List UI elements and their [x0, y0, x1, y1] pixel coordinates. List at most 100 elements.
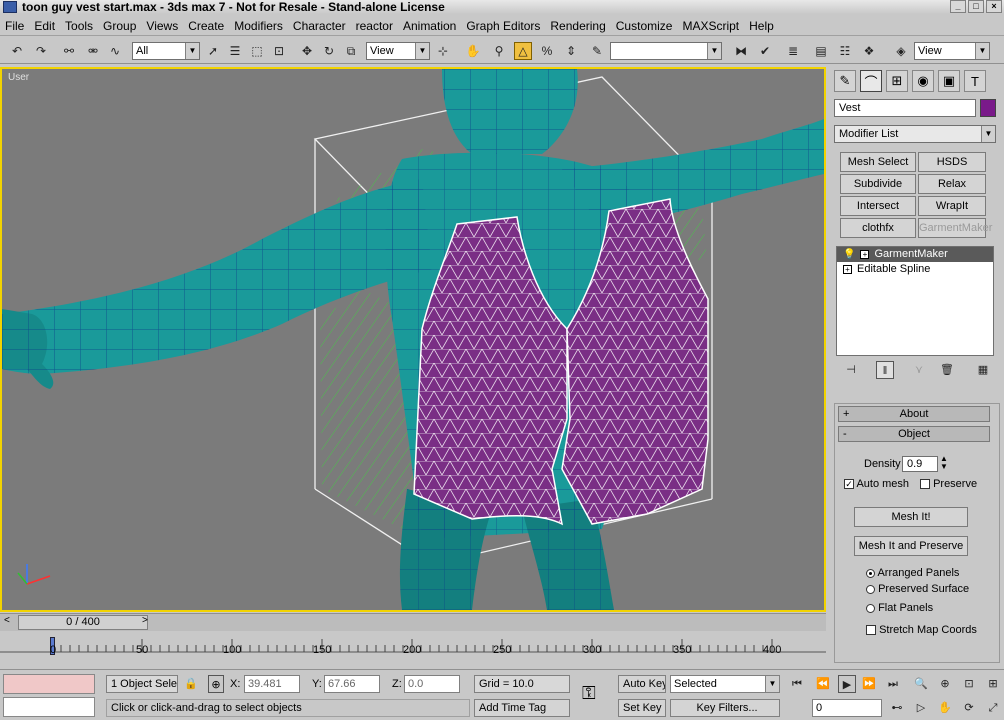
stack-item-editable-spline[interactable]: + Editable Spline — [837, 262, 993, 277]
hierarchy-tab-icon[interactable]: ⊞ — [886, 70, 908, 92]
key-mode-dropdown[interactable]: Selected ▼ — [670, 675, 780, 693]
menu-graph-editors[interactable]: Graph Editors — [461, 19, 545, 33]
align-icon[interactable]: ✔ — [756, 42, 774, 60]
maxscript-input-box[interactable] — [3, 697, 95, 717]
menu-rendering[interactable]: Rendering — [545, 19, 610, 33]
pivot-center-icon[interactable]: ⊹ — [434, 42, 452, 60]
select-and-link-icon[interactable]: ⚯ — [60, 42, 78, 60]
user-viewport[interactable]: User — [0, 67, 826, 612]
unlink-icon[interactable]: ⚮ — [84, 42, 102, 60]
redo-icon[interactable]: ↷ — [32, 42, 50, 60]
next-frame-icon[interactable]: > — [142, 615, 148, 626]
menu-file[interactable]: File — [0, 19, 29, 33]
key-mode-toggle-icon[interactable]: ⊷ — [888, 699, 906, 717]
percent-snap-icon[interactable]: % — [538, 42, 556, 60]
track-bar[interactable]: 0 50 100 150 200 250 300 350 400 — [0, 631, 826, 669]
snap-toggle-icon[interactable]: ⚲ — [490, 42, 508, 60]
garmentmaker-button[interactable]: GarmentMaker — [918, 218, 992, 238]
current-frame-field[interactable]: 0 — [812, 699, 882, 717]
menu-character[interactable]: Character — [288, 19, 351, 33]
time-slider[interactable]: < 0 / 400 > — [0, 613, 826, 631]
menu-customize[interactable]: Customize — [611, 19, 678, 33]
key-icon[interactable]: ⚿ — [582, 684, 596, 702]
density-spinner[interactable]: ▲ ▼ — [940, 455, 948, 471]
preserve-checkbox[interactable]: Preserve — [920, 478, 977, 490]
remove-modifier-icon[interactable]: 🗑 — [938, 361, 956, 379]
maximize-button[interactable]: □ — [968, 0, 984, 13]
schematic-view-icon[interactable]: ☷ — [836, 42, 854, 60]
show-end-result-icon[interactable]: ‖ — [876, 361, 894, 379]
configure-modifier-sets-icon[interactable]: ▦ — [974, 361, 992, 379]
previous-frame-icon[interactable]: < — [4, 615, 10, 626]
maxscript-listener-box[interactable] — [3, 674, 95, 694]
key-filters-button[interactable]: Key Filters... — [670, 699, 780, 717]
intersect-button[interactable]: Intersect — [840, 196, 916, 216]
named-selection-dropdown[interactable]: ▼ — [610, 42, 722, 60]
pan-icon[interactable]: ✋ — [936, 699, 954, 717]
mirror-icon[interactable]: ⧓ — [732, 42, 750, 60]
layer-manager-icon[interactable]: ≣ — [784, 42, 802, 60]
modifier-stack[interactable]: 💡 + GarmentMaker + Editable Spline — [836, 246, 994, 356]
rotate-icon[interactable]: ↻ — [320, 42, 338, 60]
time-slider-thumb[interactable]: 0 / 400 — [18, 615, 148, 630]
x-coordinate-field[interactable]: 39.481 — [244, 675, 300, 693]
bind-space-warp-icon[interactable]: ∿ — [106, 42, 124, 60]
go-to-start-icon[interactable]: ⏮ — [788, 675, 806, 693]
clothfx-button[interactable]: clothfx — [840, 218, 916, 238]
expand-icon[interactable]: + — [843, 265, 852, 274]
close-button[interactable]: × — [986, 0, 1002, 13]
add-time-tag-button[interactable]: Add Time Tag — [474, 699, 570, 717]
z-coordinate-field[interactable]: 0.0 — [404, 675, 460, 693]
material-editor-icon[interactable]: ❖ — [860, 42, 878, 60]
previous-key-icon[interactable]: ⏪ — [814, 675, 832, 693]
move-icon[interactable]: ✥ — [298, 42, 316, 60]
selection-filter-dropdown[interactable]: All ▼ — [132, 42, 200, 60]
curve-editor-icon[interactable]: ▤ — [812, 42, 830, 60]
menu-create[interactable]: Create — [183, 19, 229, 33]
pin-stack-icon[interactable]: ⊣ — [842, 361, 860, 379]
reference-coordinate-dropdown[interactable]: View ▼ — [366, 42, 430, 60]
menu-animation[interactable]: Animation — [398, 19, 461, 33]
radio-flat-panels[interactable]: Flat Panels — [866, 602, 933, 614]
zoom-all-icon[interactable]: ⊕ — [936, 675, 954, 693]
auto-mesh-checkbox[interactable]: ✓ Auto mesh — [844, 478, 909, 490]
select-object-icon[interactable]: ➚ — [204, 42, 222, 60]
next-key-icon[interactable]: ⏩ — [860, 675, 878, 693]
display-tab-icon[interactable]: ▣ — [938, 70, 960, 92]
minimize-button[interactable]: _ — [950, 0, 966, 13]
mesh-select-button[interactable]: Mesh Select — [840, 152, 916, 172]
menu-help[interactable]: Help — [744, 19, 779, 33]
scale-icon[interactable]: ⧉ — [342, 42, 360, 60]
select-manipulate-icon[interactable]: ✋ — [464, 42, 482, 60]
modify-tab-icon[interactable]: ⌒ — [860, 70, 882, 92]
auto-key-button[interactable]: Auto Key — [618, 675, 666, 693]
expand-icon[interactable]: + — [860, 250, 870, 259]
stretch-map-coords-checkbox[interactable]: Stretch Map Coords — [866, 624, 977, 636]
lock-selection-icon[interactable]: 🔒 — [184, 675, 198, 693]
mesh-it-and-preserve-button[interactable]: Mesh It and Preserve — [854, 536, 968, 556]
menu-edit[interactable]: Edit — [29, 19, 60, 33]
utilities-tab-icon[interactable]: T — [964, 70, 986, 92]
rectangular-selection-icon[interactable]: ⬚ — [248, 42, 266, 60]
hsds-button[interactable]: HSDS — [918, 152, 986, 172]
density-input[interactable]: 0.9 — [902, 456, 938, 472]
select-by-name-icon[interactable]: ☰ — [226, 42, 244, 60]
modifier-list-dropdown[interactable]: Modifier List ▼ — [834, 125, 996, 143]
window-crossing-icon[interactable]: ⊡ — [270, 42, 288, 60]
radio-preserved-surface[interactable]: Preserved Surface — [866, 583, 969, 595]
subdivide-button[interactable]: Subdivide — [840, 174, 916, 194]
go-to-end-icon[interactable]: ⏭ — [884, 675, 902, 693]
menu-tools[interactable]: Tools — [60, 19, 98, 33]
y-coordinate-field[interactable]: 67.66 — [324, 675, 380, 693]
absolute-mode-icon[interactable]: ⊕ — [208, 675, 224, 693]
menu-group[interactable]: Group — [98, 19, 141, 33]
menu-views[interactable]: Views — [141, 19, 183, 33]
maximize-viewport-icon[interactable]: ⤢ — [984, 699, 1002, 717]
make-unique-icon[interactable]: ⋎ — [910, 361, 928, 379]
mesh-it-button[interactable]: Mesh It! — [854, 507, 968, 527]
relax-button[interactable]: Relax — [918, 174, 986, 194]
undo-icon[interactable]: ↶ — [8, 42, 26, 60]
about-rollout[interactable]: + About — [838, 406, 990, 422]
zoom-extents-all-icon[interactable]: ⊞ — [984, 675, 1002, 693]
radio-arranged-panels[interactable]: Arranged Panels — [866, 567, 959, 579]
